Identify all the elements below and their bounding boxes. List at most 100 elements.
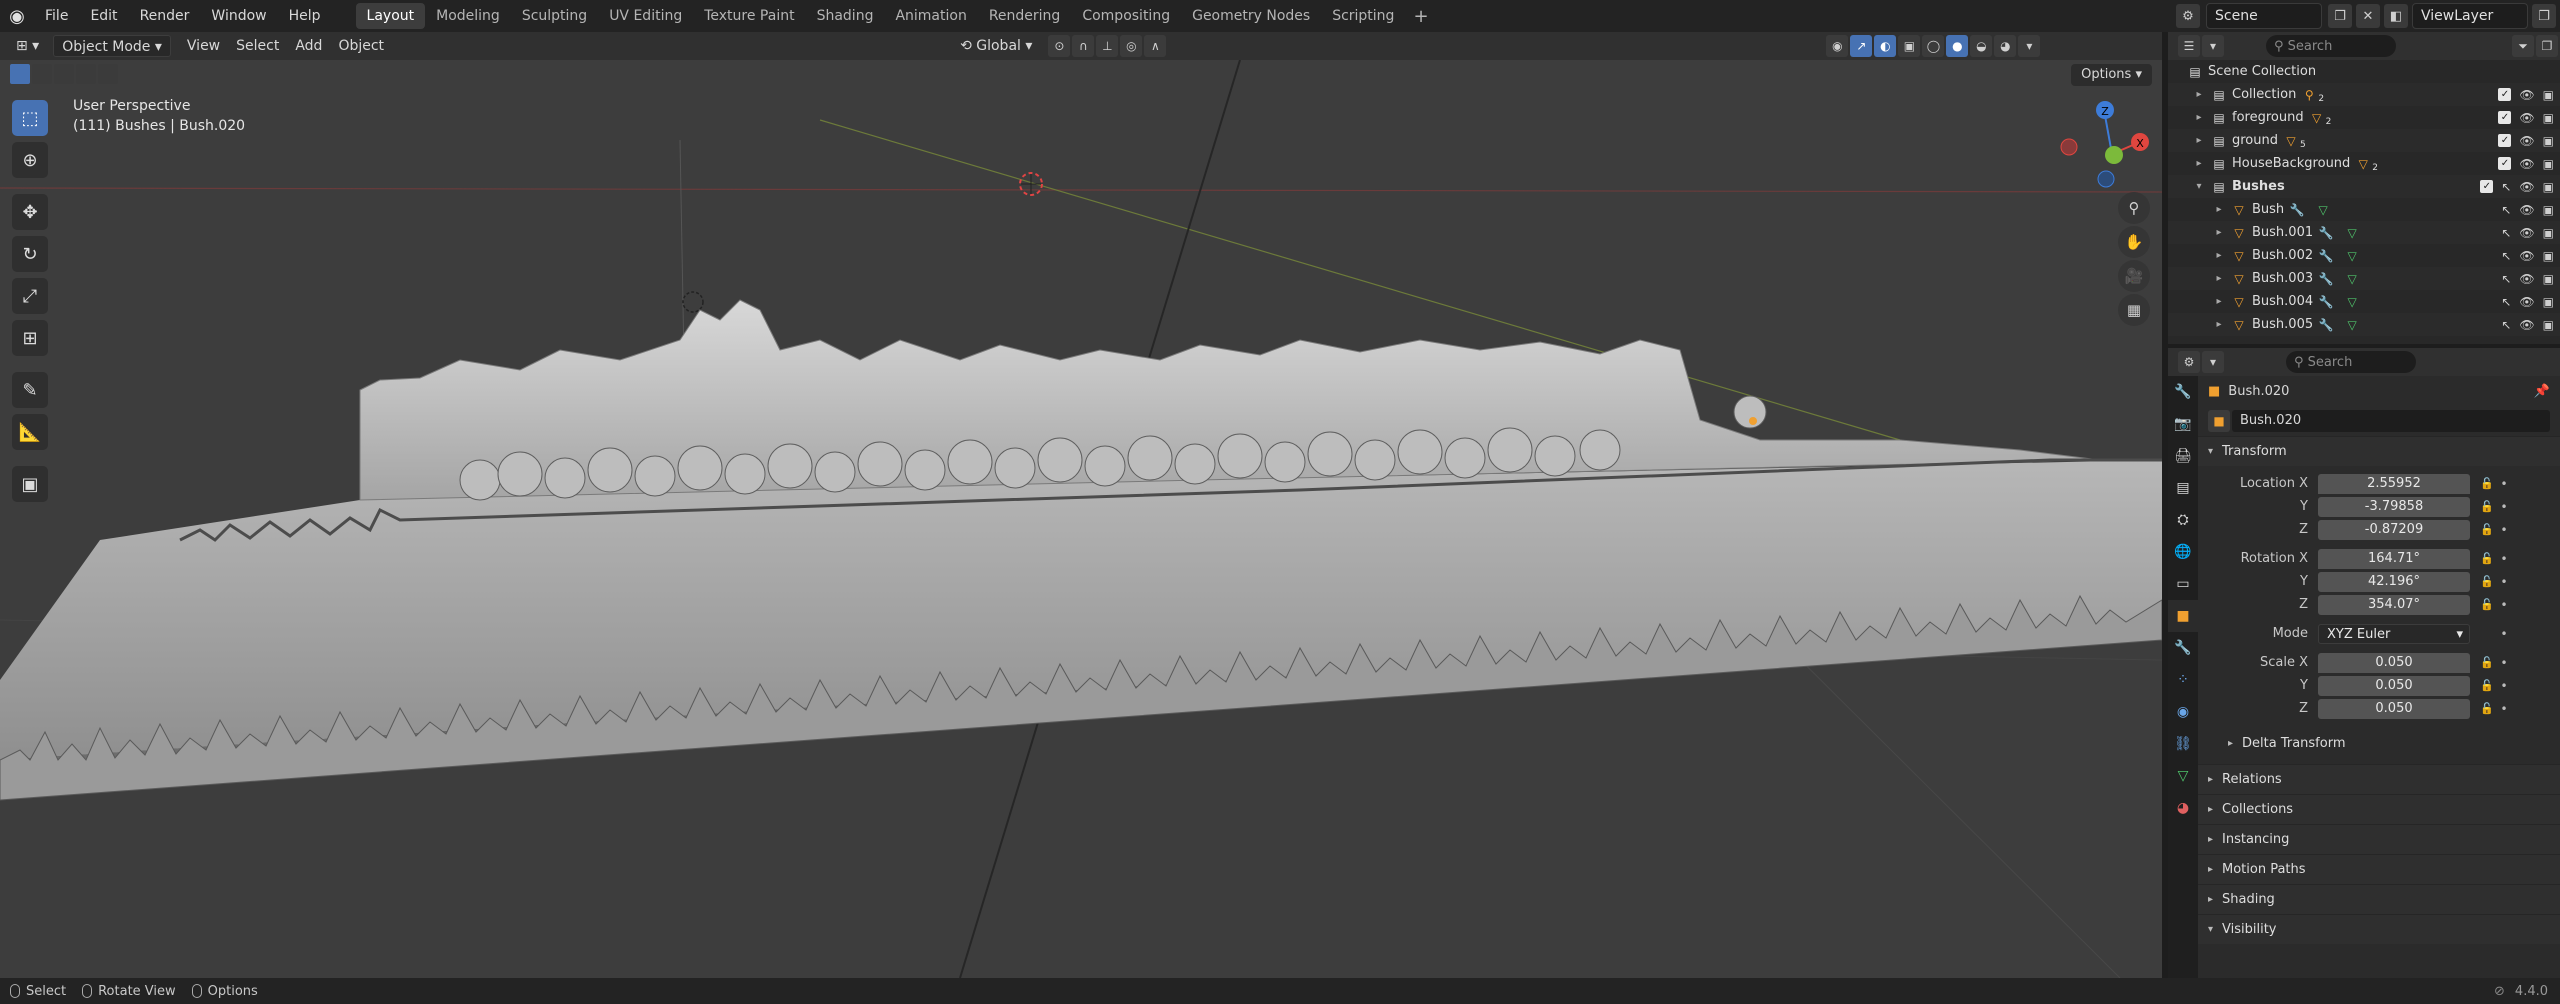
delete-scene-icon[interactable]: ✕ (2356, 4, 2380, 28)
object-datablock-icon[interactable]: ■ (2208, 410, 2230, 432)
keyframe-dot-icon[interactable]: • (2498, 679, 2510, 693)
constraints-tab-icon[interactable]: ⛓ (2168, 728, 2198, 760)
falloff-icon[interactable]: ∧ (1144, 35, 1167, 57)
lock-icon[interactable]: 🔓 (2476, 523, 2498, 536)
physics-tab-icon[interactable]: ◉ (2168, 696, 2198, 728)
ortho-grid-icon[interactable]: ▦ (2118, 294, 2150, 326)
keyframe-dot-icon[interactable]: • (2498, 627, 2510, 641)
location-z-field[interactable]: -0.87209 (2318, 519, 2470, 540)
visibility-icon[interactable]: ◉ (1826, 35, 1849, 57)
pin-icon[interactable]: 📌 (2534, 384, 2550, 399)
menu-object[interactable]: Object (330, 35, 392, 57)
properties-editor-icon[interactable]: ⚙ (2178, 351, 2200, 373)
eye-icon[interactable]: 👁 (2519, 157, 2534, 171)
output-tab-icon[interactable]: 🖨 (2168, 440, 2198, 472)
rotation-mode-dropdown[interactable]: XYZ Euler ▾ (2318, 623, 2470, 644)
view-layer-icon[interactable]: ◧ (2384, 4, 2408, 28)
menu-help[interactable]: Help (278, 0, 332, 32)
scene-tab-icon[interactable]: ⛭ (2168, 504, 2198, 536)
material-shading-icon[interactable]: ◒ (1970, 35, 1993, 57)
lock-icon[interactable]: 🔓 (2476, 679, 2498, 692)
list-item[interactable]: ▸ ▤ ground ▽ 5 ✓ 👁 ▣ (2168, 129, 2560, 152)
tab-scripting[interactable]: Scripting (1321, 3, 1405, 29)
render-icon[interactable]: ▣ (2543, 203, 2554, 217)
display-mode-icon[interactable]: ▾ (2202, 35, 2224, 57)
location-x-field[interactable]: 2.55952 (2318, 473, 2470, 494)
collection-tab-icon[interactable]: ▭ (2168, 568, 2198, 600)
overlay-icon[interactable]: ◐ (1874, 35, 1897, 57)
cursor-tool-icon[interactable]: ⊕ (12, 142, 48, 178)
eye-icon[interactable]: 👁 (2519, 295, 2534, 309)
render-icon[interactable]: ▣ (2543, 157, 2554, 171)
select-icon[interactable]: ↖ (2501, 226, 2511, 240)
render-icon[interactable]: ▣ (2543, 249, 2554, 263)
eye-icon[interactable]: 👁 (2519, 111, 2534, 125)
eye-icon[interactable]: 👁 (2519, 318, 2534, 332)
relations-panel-header[interactable]: ▸ Relations (2198, 764, 2560, 794)
list-item[interactable]: ▸ ▽ Bush.002 🔧 ▽ ↖ 👁 ▣ (2168, 244, 2560, 267)
outliner-editor-icon[interactable]: ☰ (2178, 35, 2200, 57)
rotation-x-field[interactable]: 164.71° (2318, 548, 2470, 569)
instancing-panel-header[interactable]: ▸ Instancing (2198, 824, 2560, 854)
world-tab-icon[interactable]: 🌐 (2168, 536, 2198, 568)
annotate-tool-icon[interactable]: ✎ (12, 372, 48, 408)
scene-icon[interactable]: ⚙ (2176, 4, 2200, 28)
select-extend-icon[interactable] (32, 64, 52, 84)
exclude-checkbox[interactable]: ✓ (2498, 133, 2512, 147)
eye-icon[interactable]: 👁 (2519, 249, 2534, 263)
menu-view[interactable]: View (179, 35, 228, 57)
snap-target-icon[interactable]: ⊥ (1096, 35, 1119, 57)
measure-tool-icon[interactable]: 📐 (12, 414, 48, 450)
list-item[interactable]: ▸ ▤ HouseBackground ▽ 2 ✓ 👁 ▣ (2168, 152, 2560, 175)
list-item[interactable]: ▾ ▤ Bushes ✓ ↖ 👁 ▣ (2168, 175, 2560, 198)
menu-render[interactable]: Render (129, 0, 201, 32)
rotate-tool-icon[interactable]: ↻ (12, 236, 48, 272)
render-icon[interactable]: ▣ (2543, 180, 2554, 194)
list-item[interactable]: ▸ ▤ foreground ▽ 2 ✓ 👁 ▣ (2168, 106, 2560, 129)
expand-arrow-icon[interactable]: ▸ (2212, 296, 2226, 307)
render-icon[interactable]: ▣ (2543, 272, 2554, 286)
exclude-checkbox[interactable]: ✓ (2498, 156, 2512, 170)
xray-icon[interactable]: ▣ (1898, 35, 1921, 57)
tab-compositing[interactable]: Compositing (1071, 3, 1181, 29)
list-item[interactable]: ▸ ▽ Bush 🔧 ▽ ↖ 👁 ▣ (2168, 198, 2560, 221)
location-y-field[interactable]: -3.79858 (2318, 496, 2470, 517)
eye-icon[interactable]: 👁 (2519, 272, 2534, 286)
lock-icon[interactable]: 🔓 (2476, 477, 2498, 490)
render-icon[interactable]: ▣ (2543, 111, 2554, 125)
transform-tool-icon[interactable]: ⊞ (12, 320, 48, 356)
select-invert-icon[interactable] (76, 64, 96, 84)
select-icon[interactable]: ↖ (2501, 249, 2511, 263)
lock-icon[interactable]: 🔓 (2476, 598, 2498, 611)
list-item[interactable]: ▸ ▽ Bush.001 🔧 ▽ ↖ 👁 ▣ (2168, 221, 2560, 244)
render-icon[interactable]: ▣ (2543, 295, 2554, 309)
camera-view-icon[interactable]: 🎥 (2118, 260, 2150, 292)
keyframe-dot-icon[interactable]: • (2498, 656, 2510, 670)
outliner-search-input[interactable]: ⚲ Search (2266, 35, 2396, 57)
select-intersect-icon[interactable] (98, 64, 118, 84)
render-tab-icon[interactable]: 📷 (2168, 408, 2198, 440)
pan-hand-icon[interactable]: ✋ (2118, 226, 2150, 258)
render-icon[interactable]: ▣ (2543, 88, 2554, 102)
tab-shading[interactable]: Shading (806, 3, 885, 29)
expand-arrow-icon[interactable]: ▸ (2192, 89, 2206, 100)
new-scene-icon[interactable]: ❐ (2328, 4, 2352, 28)
object-tab-icon[interactable]: ■ (2168, 600, 2198, 632)
solid-shading-icon[interactable]: ● (1946, 35, 1969, 57)
render-icon[interactable]: ▣ (2543, 318, 2554, 332)
eye-icon[interactable]: 👁 (2519, 88, 2534, 102)
mode-dropdown[interactable]: Object Mode ▾ (53, 35, 171, 57)
eye-icon[interactable]: 👁 (2519, 180, 2534, 194)
rendered-shading-icon[interactable]: ◕ (1994, 35, 2017, 57)
scale-z-field[interactable]: 0.050 (2318, 698, 2470, 719)
editor-type-icon[interactable]: ⊞ ▾ (8, 35, 47, 57)
tab-texture-paint[interactable]: Texture Paint (693, 3, 805, 29)
keyframe-dot-icon[interactable]: • (2498, 500, 2510, 514)
3d-viewport[interactable]: X Z User Perspective (111) Bushes | Bush… (0, 60, 2162, 978)
object-name-input[interactable]: Bush.020 (2232, 410, 2550, 432)
lock-icon[interactable]: 🔓 (2476, 552, 2498, 565)
select-icon[interactable]: ↖ (2501, 295, 2511, 309)
keyframe-dot-icon[interactable]: • (2498, 523, 2510, 537)
modifier-tab-icon[interactable]: 🔧 (2168, 632, 2198, 664)
keyframe-dot-icon[interactable]: • (2498, 552, 2510, 566)
